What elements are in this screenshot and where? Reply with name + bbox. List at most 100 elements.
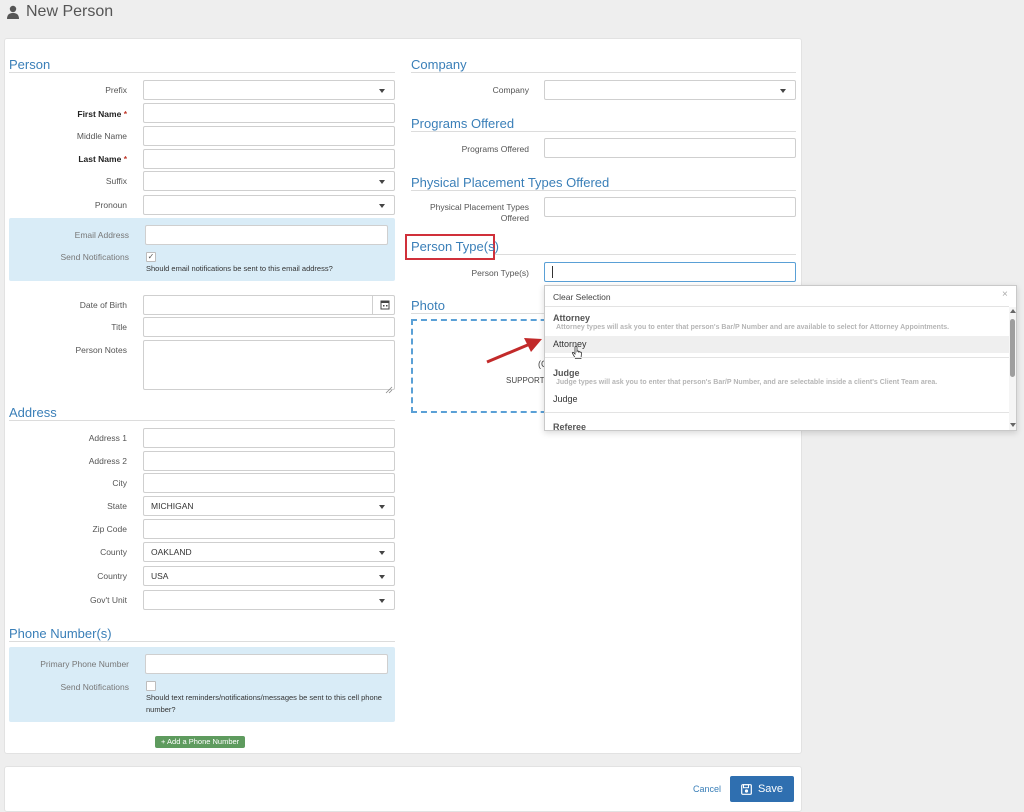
photo-section-title: Photo [411,298,445,313]
annotation-arrow-icon [486,338,542,364]
placement-label-line1: Physical Placement Types [429,202,529,212]
option-judge[interactable]: Judge [553,394,578,404]
county-label: County [100,547,127,557]
option-attorney-highlight [545,336,1009,353]
dropdown-group-divider [545,357,1009,358]
phone-notifications-checkbox[interactable] [146,681,156,691]
group-description-judge: Judge types will ask you to enter that p… [556,379,938,386]
primary-phone-input[interactable] [145,654,388,674]
first-name-input[interactable] [143,103,395,123]
phone-notifications-hint: Should text reminders/notifications/mess… [146,692,386,716]
title-label: Title [111,322,127,332]
last-name-input[interactable] [143,149,395,169]
placement-label-line2: Offered [500,213,529,223]
email-label: Email Address [74,230,129,240]
address2-label: Address 2 [88,456,127,466]
suffix-select[interactable] [143,171,395,191]
required-mark: * [123,109,127,119]
scroll-up-icon[interactable] [1010,309,1016,313]
dob-input[interactable] [143,295,395,315]
page-title-text: New Person [26,3,114,20]
suffix-label: Suffix [105,176,127,186]
scroll-down-icon[interactable] [1010,423,1016,427]
save-button[interactable]: Save [730,776,794,802]
phone-hint-line2: number? [146,705,176,714]
group-header-judge: Judge [553,368,580,378]
zip-input[interactable] [143,519,395,539]
person-type-label: Person Type(s) [471,268,529,278]
address2-input[interactable] [143,451,395,471]
person-notes-textarea[interactable] [143,340,395,390]
middle-name-input[interactable] [143,126,395,146]
group-header-referee: Referee [553,422,587,431]
save-icon [741,783,752,795]
company-label: Company [492,85,529,95]
email-send-notifications-label: Send Notifications [60,252,129,262]
email-notifications-checkbox[interactable]: ✓ [146,252,156,262]
person-section-divider [9,72,395,73]
company-select[interactable] [544,80,796,100]
person-notes-label: Person Notes [75,345,128,355]
country-select[interactable]: USA [143,566,395,586]
resize-handle-icon[interactable] [385,381,393,394]
programs-section-divider [411,131,796,132]
company-section-divider [411,72,796,73]
last-name-label: Last Name * [78,154,127,164]
programs-input[interactable] [544,138,796,158]
placement-section-title: Physical Placement Types Offered [411,175,610,190]
placement-input[interactable] [544,197,796,217]
company-section-title: Company [411,57,467,72]
state-select[interactable]: MICHIGAN [143,496,395,516]
add-phone-number-button[interactable]: + Add a Phone Number [155,736,246,748]
save-button-label: Save [757,783,784,795]
zip-label: Zip Code [92,524,128,534]
address-section-divider [9,420,395,421]
dropdown-scrollbar[interactable] [1009,307,1016,430]
middle-name-label: Middle Name [76,131,127,141]
placement-label: Physical Placement Types Offered [409,202,529,224]
person-icon [7,5,19,19]
person-type-dropdown: Clear Selection × Attorney Attorney type… [544,285,1017,431]
prefix-label: Prefix [105,85,127,95]
country-label: Country [97,571,127,581]
city-input[interactable] [143,473,395,493]
govt-unit-label: Gov't Unit [89,595,127,605]
address-section-title: Address [9,405,57,420]
prefix-select[interactable] [143,80,395,100]
govt-unit-select[interactable] [143,590,395,610]
group-description-attorney: Attorney types will ask you to enter tha… [556,324,950,331]
title-input[interactable] [143,317,395,337]
dropdown-group-divider [545,412,1009,413]
state-label: State [107,501,127,511]
placement-section-divider [411,190,796,191]
phone-hint-line1: Should text reminders/notifications/mess… [146,693,382,702]
clear-selection-option[interactable]: Clear Selection [553,292,611,302]
footer-card [4,766,802,812]
email-notifications-hint: Should email notifications be sent to th… [146,264,333,273]
person-section-title: Person [9,57,51,72]
person-type-section-title: Person Type(s) [411,239,499,254]
address1-input[interactable] [143,428,395,448]
programs-label: Programs Offered [461,144,529,154]
person-type-input[interactable] [544,262,796,282]
calendar-icon[interactable] [372,295,395,315]
photo-section-divider [411,313,545,314]
dob-label: Date of Birth [79,300,127,310]
city-label: City [112,478,127,488]
required-mark: * [123,154,127,164]
text-cursor [552,266,553,278]
county-select[interactable]: OAKLAND [143,542,395,562]
pronoun-label: Pronoun [94,200,127,210]
phone-section-divider [9,641,395,642]
cancel-link[interactable]: Cancel [693,784,721,794]
close-icon[interactable]: × [1002,289,1008,300]
dropdown-divider [545,306,1009,307]
scrollbar-thumb[interactable] [1010,319,1015,377]
phone-section-title: Phone Number(s) [9,626,112,641]
first-name-label: First Name * [77,109,127,119]
primary-phone-label: Primary Phone Number [40,659,129,669]
group-header-attorney: Attorney [553,313,591,323]
email-input[interactable] [145,225,388,245]
phone-send-notifications-label: Send Notifications [60,682,129,692]
pronoun-select[interactable] [143,195,395,215]
